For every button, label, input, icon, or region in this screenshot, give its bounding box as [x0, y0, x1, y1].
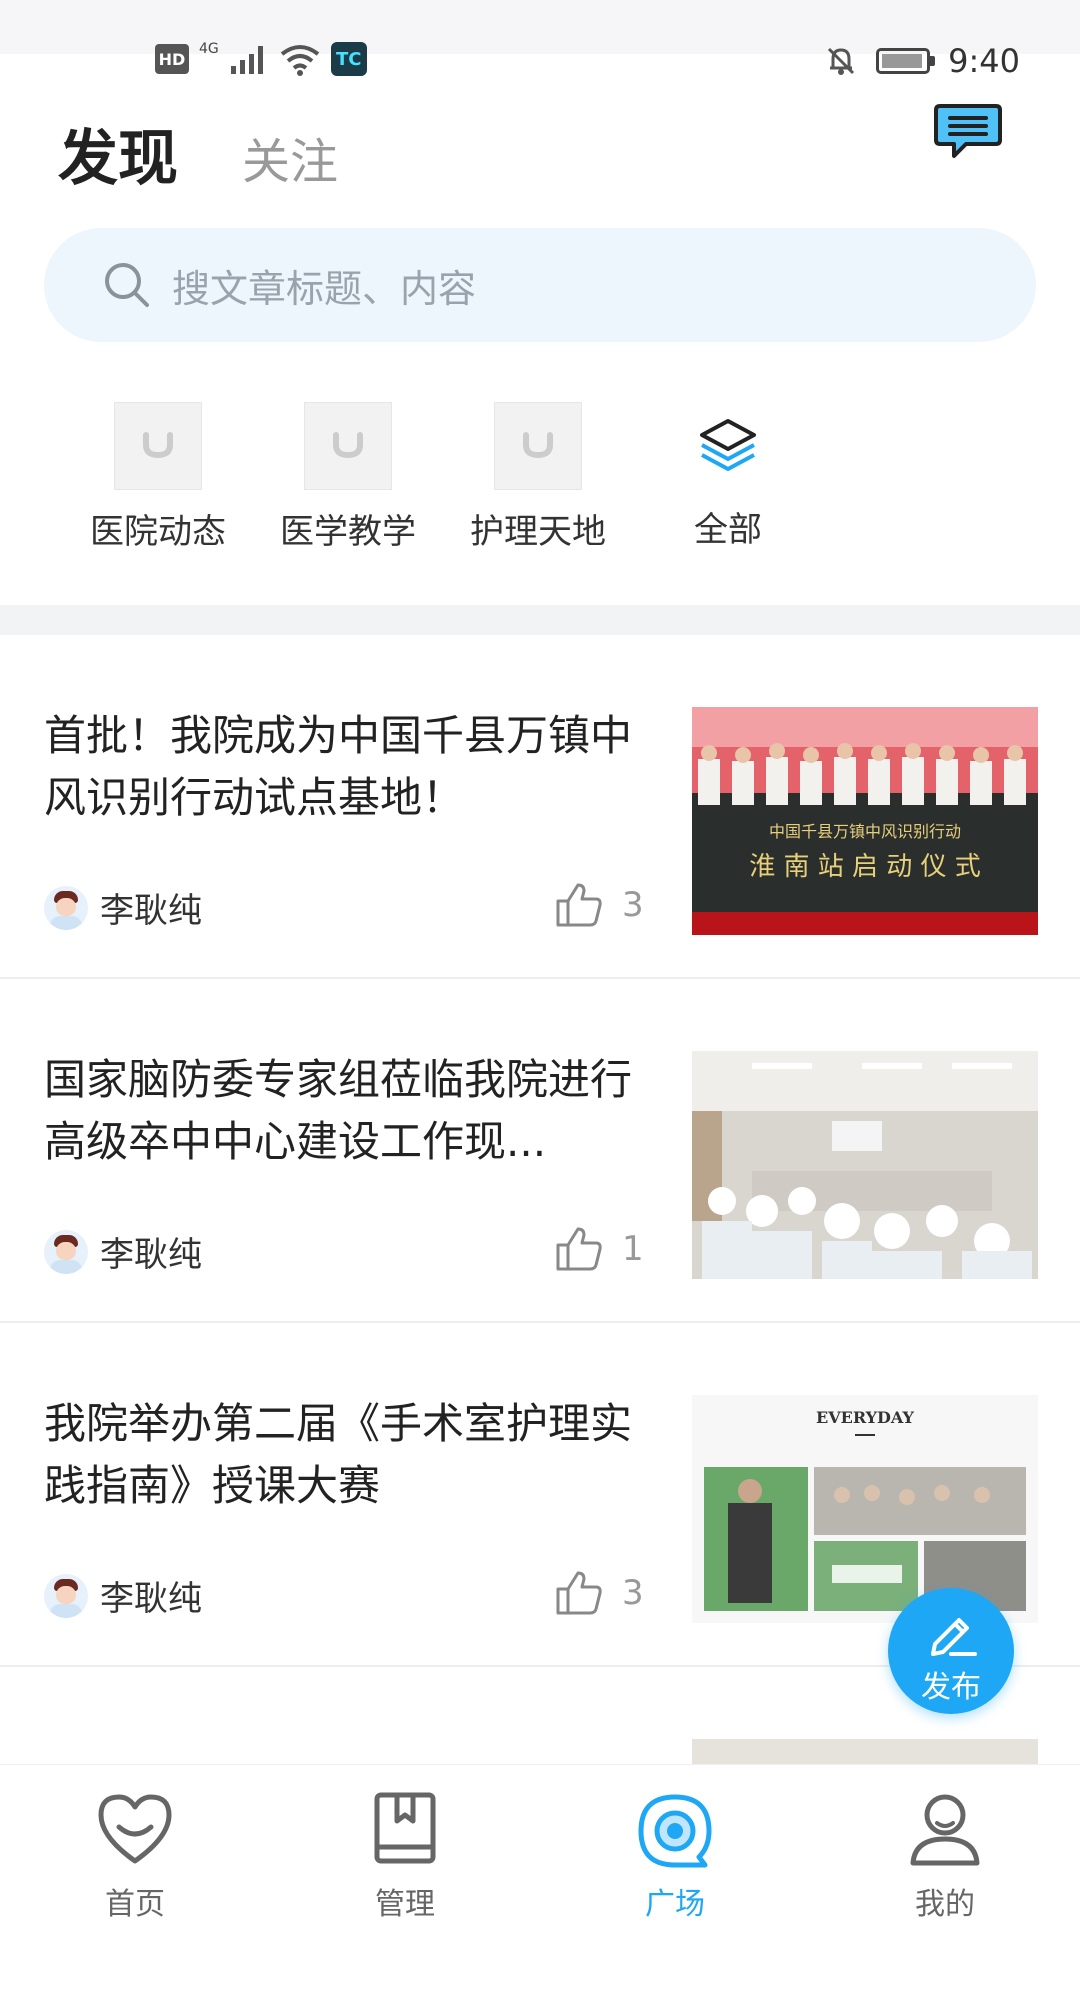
- article-author: 李耿纯: [44, 1571, 202, 1620]
- author-name: 李耿纯: [100, 1579, 202, 1619]
- section-divider: [0, 605, 1080, 635]
- heart-home-icon: [98, 1794, 172, 1864]
- article-item[interactable]: 首批！我院成为中国千县万镇中风识别行动试点基地！ 李耿纯 3 中国千县万镇中风识…: [0, 635, 1080, 979]
- article-item[interactable]: 国家脑防委专家组莅临我院进行高级卒中中心建设工作现... 李耿纯 1: [0, 979, 1080, 1323]
- header: 发现 关注: [0, 100, 1080, 200]
- category-hospital-news[interactable]: 医院动态: [68, 398, 248, 553]
- category-bar: 医院动态 医学教学 护理天地 全部: [0, 398, 1080, 552]
- nav-plaza[interactable]: 广场: [540, 1765, 810, 1922]
- category-label: 全部: [694, 510, 762, 550]
- category-label: 医学教学: [280, 512, 416, 552]
- category-label: 护理天地: [470, 512, 606, 552]
- nav-manage[interactable]: 管理: [270, 1765, 540, 1922]
- like-button[interactable]: 1: [554, 1225, 644, 1273]
- thumbs-up-icon: [556, 1571, 602, 1615]
- tc-app-icon: TC: [330, 42, 367, 76]
- pen-icon: [931, 1618, 977, 1656]
- category-all[interactable]: 全部: [638, 398, 818, 551]
- like-count: 1: [622, 1229, 644, 1269]
- user-icon: [910, 1794, 980, 1866]
- placeholder-image-icon: [494, 402, 582, 490]
- layers-icon: [685, 402, 771, 488]
- status-right: 9:40: [824, 42, 1020, 80]
- nav-home[interactable]: 首页: [0, 1765, 270, 1922]
- network-type: 4G: [199, 41, 219, 57]
- search-bar[interactable]: 搜文章标题、内容: [44, 228, 1036, 342]
- like-count: 3: [622, 885, 644, 925]
- category-label: 医院动态: [90, 512, 226, 552]
- avatar: [44, 885, 88, 930]
- like-count: 3: [622, 1573, 644, 1613]
- thumbs-up-icon: [556, 883, 602, 927]
- tab-follow[interactable]: 关注: [242, 122, 338, 192]
- clock: 9:40: [948, 42, 1020, 80]
- article-author: 李耿纯: [44, 883, 202, 932]
- bottom-nav: 首页 管理 广场 我的: [0, 1764, 1080, 1922]
- search-placeholder[interactable]: 搜文章标题、内容: [172, 258, 476, 313]
- article-author: 李耿纯: [44, 1227, 202, 1276]
- like-button[interactable]: 3: [554, 881, 644, 929]
- battery-icon: [876, 48, 936, 74]
- message-icon[interactable]: [932, 100, 1004, 164]
- article-title[interactable]: 国家脑防委专家组莅临我院进行高级卒中中心建设工作现...: [44, 1049, 654, 1173]
- author-name: 李耿纯: [100, 1235, 202, 1275]
- search-icon: [105, 263, 149, 307]
- publish-button[interactable]: 发布: [888, 1588, 1014, 1714]
- category-medical-teaching[interactable]: 医学教学: [258, 398, 438, 553]
- avatar: [44, 1573, 88, 1618]
- placeholder-image-icon: [114, 402, 202, 490]
- article-thumbnail[interactable]: 中国千县万镇中风识别行动 淮 南 站 启 动 仪 式: [692, 707, 1038, 935]
- thumbnail-caption: EVERYDAY: [816, 1408, 915, 1427]
- article-title[interactable]: 我院举办第二届《手术室护理实践指南》授课大赛: [44, 1393, 654, 1517]
- publish-label: 发布: [921, 1670, 981, 1705]
- nav-label: 首页: [105, 1887, 165, 1922]
- nav-label: 管理: [375, 1887, 435, 1922]
- status-left: HD 4G TC: [155, 41, 367, 76]
- article-thumbnail[interactable]: [692, 1051, 1038, 1279]
- placeholder-image-icon: [304, 402, 392, 490]
- nav-profile[interactable]: 我的: [810, 1765, 1080, 1922]
- signal-icon: [230, 46, 263, 74]
- mute-icon: [828, 47, 855, 75]
- author-name: 李耿纯: [100, 891, 202, 931]
- tab-discover[interactable]: 发现: [58, 110, 178, 197]
- avatar: [44, 1229, 88, 1274]
- thumbnail-banner-text: 中国千县万镇中风识别行动: [769, 822, 961, 841]
- like-button[interactable]: 3: [554, 1569, 644, 1617]
- book-icon: [374, 1792, 436, 1864]
- category-nursing[interactable]: 护理天地: [448, 398, 628, 553]
- plaza-icon: [638, 1794, 712, 1868]
- thumbs-up-icon: [556, 1227, 602, 1271]
- article-thumbnail[interactable]: EVERYDAY: [692, 1395, 1038, 1623]
- hd-icon: HD: [155, 44, 189, 74]
- article-title[interactable]: 首批！我院成为中国千县万镇中风识别行动试点基地！: [44, 705, 654, 829]
- nav-label: 我的: [915, 1887, 975, 1922]
- nav-label: 广场: [645, 1887, 705, 1922]
- wifi-icon: [280, 45, 319, 76]
- thumbnail-banner-text: 淮 南 站 启 动 仪 式: [749, 852, 981, 882]
